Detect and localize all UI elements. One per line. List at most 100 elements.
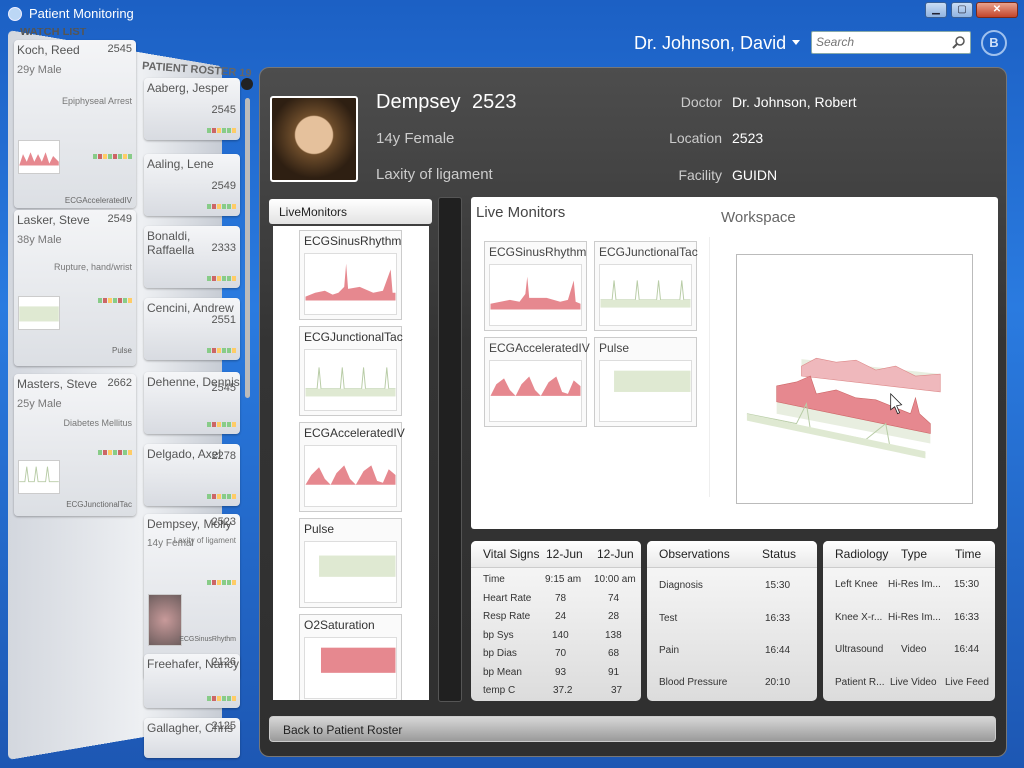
radiology-title: Radiology xyxy=(835,547,889,561)
maximize-button[interactable]: ▢ xyxy=(951,2,973,18)
monitor-label: Pulse xyxy=(304,522,335,536)
live-monitor-item[interactable]: ECGJunctionalTac xyxy=(299,326,403,416)
monitor-name: ECGJunctionalTac xyxy=(66,500,132,509)
doctor-value: Dr. Johnson, Robert xyxy=(732,94,857,110)
status-dots xyxy=(207,580,236,585)
ecg-plot xyxy=(304,253,397,315)
workspace-3d-canvas[interactable] xyxy=(736,254,973,504)
patient-id: 2523 xyxy=(472,91,517,113)
observation-name[interactable]: Diagnosis xyxy=(659,580,703,591)
ecg-plot xyxy=(304,445,397,507)
watch-card[interactable]: Masters, Steve 2662 25y Male Diabetes Me… xyxy=(14,374,136,516)
close-button[interactable]: ✕ xyxy=(976,2,1018,18)
live-monitor-item[interactable]: O2Saturation xyxy=(299,614,402,700)
vital-label: Time xyxy=(483,574,505,585)
roster-scrollbar[interactable] xyxy=(245,98,250,398)
radiology-time: 15:30 xyxy=(954,579,980,590)
tab-live-monitors[interactable]: LiveMonitors xyxy=(269,199,432,224)
workspace-monitor[interactable]: ECGJunctionalTac xyxy=(594,241,698,331)
radiology-name[interactable]: Ultrasound xyxy=(835,644,883,655)
radiology-panel: Radiology Type Time Left Knee Hi-Res Im.… xyxy=(823,541,995,701)
patient-id: 2551 xyxy=(211,314,236,326)
observation-time: 16:33 xyxy=(765,613,791,624)
live-monitor-item[interactable]: ECGSinusRhythm xyxy=(299,230,402,320)
live-monitor-item[interactable]: Pulse xyxy=(299,518,402,608)
chevron-down-icon[interactable] xyxy=(792,40,800,45)
patient-name: Masters, Steve xyxy=(17,377,98,391)
observation-name[interactable]: Blood Pressure xyxy=(659,677,727,688)
roster-patient-card[interactable]: Freehafer, Nancy 2126 xyxy=(144,654,240,708)
patient-id: 2549 xyxy=(107,213,132,225)
vital-signs-panel: Vital Signs 12-Jun 12-Jun Time 9:15 am 1… xyxy=(471,541,641,701)
patient-id: 2126 xyxy=(211,656,236,668)
back-to-roster-button[interactable]: Back to Patient Roster xyxy=(269,716,996,742)
vital-value: 37 xyxy=(611,685,623,696)
patient-id: 2125 xyxy=(211,720,236,732)
monitor-name: Pulse xyxy=(111,346,132,355)
vital-value: 140 xyxy=(552,630,569,641)
status-header: Status xyxy=(762,547,797,561)
status-dots xyxy=(207,204,236,209)
roster-patient-card[interactable]: Cencini, Andrew 2551 xyxy=(144,298,240,360)
ecg-plot xyxy=(599,264,692,326)
search-input[interactable] xyxy=(816,35,946,49)
patient-info: 38y Male xyxy=(17,234,62,246)
vital-label: bp Sys xyxy=(483,630,514,641)
watch-card[interactable]: Koch, Reed 2545 29y Male Epiphyseal Arre… xyxy=(14,40,136,208)
radiology-name[interactable]: Knee X-r... xyxy=(835,612,882,623)
observation-name[interactable]: Pain xyxy=(659,645,679,656)
monitor-label: Pulse xyxy=(599,341,630,355)
monitor-name: ECGAcceleratedIV xyxy=(64,196,132,205)
vital-value: 28 xyxy=(608,611,620,622)
workspace-monitor[interactable]: ECGSinusRhythm xyxy=(484,241,587,331)
watch-card[interactable]: Lasker, Steve 2549 38y Male Rupture, han… xyxy=(14,210,136,366)
patient-diagnosis: Rupture, hand/wrist xyxy=(53,262,132,272)
monitor-thumbnail xyxy=(18,460,60,494)
patient-name: Koch, Reed xyxy=(17,43,80,57)
radiology-type: Video xyxy=(901,644,927,655)
status-dots xyxy=(207,348,236,353)
patient-diagnosis: Diabetes Mellitus xyxy=(63,418,132,428)
patient-detail-panel: Dempsey 2523 14y Female Laxity of ligame… xyxy=(259,67,1007,757)
patient-id: 2545 xyxy=(211,104,236,116)
roster-patient-card[interactable]: Aaling, Lene 2549 xyxy=(144,154,240,216)
observations-panel: Observations Status Diagnosis 15:30 Test… xyxy=(647,541,817,701)
minimize-button[interactable]: ▁ xyxy=(925,2,947,18)
patient-id: 2523 xyxy=(211,516,236,528)
live-monitors-scrollbar[interactable] xyxy=(438,197,462,702)
patient-id: 2545 xyxy=(211,382,236,394)
roster-patient-card[interactable]: Delgado, Axel 2278 xyxy=(144,444,240,506)
workspace-panel: Live Monitors Workspace ECGSinusRhythm E… xyxy=(471,197,998,529)
roster-patient-card[interactable]: Dehenne, Dennis 2545 xyxy=(144,372,240,434)
pulse-plot xyxy=(599,360,692,422)
ecg-plot xyxy=(489,264,582,326)
roster-patient-card[interactable]: Aaberg, Jesper 2545 xyxy=(144,78,240,140)
search-icon[interactable] xyxy=(952,35,966,49)
status-dots xyxy=(207,128,236,133)
roster-patient-card[interactable]: Gallagher, Chris 2125 xyxy=(144,718,240,758)
observation-time: 15:30 xyxy=(765,580,791,591)
vital-value: 138 xyxy=(605,630,622,641)
observation-name[interactable]: Test xyxy=(659,613,677,624)
roster-collapse-button[interactable] xyxy=(241,78,253,90)
watch-list-title: WATCH LIST xyxy=(20,28,87,38)
workspace-title: Workspace xyxy=(721,209,796,226)
status-dots xyxy=(207,494,236,499)
status-dots xyxy=(207,422,236,427)
radiology-time: Live Feed xyxy=(945,677,989,688)
radiology-time: 16:44 xyxy=(954,644,980,655)
patient-diagnosis: Laxity of ligament xyxy=(173,536,236,545)
radiology-name[interactable]: Patient R... xyxy=(835,677,884,688)
ecg-plot xyxy=(489,360,582,422)
patient-info: 29y Male xyxy=(17,64,62,76)
user-menu[interactable]: Dr. Johnson, David xyxy=(634,33,786,54)
monitor-label: ECGJunctionalTac xyxy=(599,245,698,259)
roster-patient-card[interactable]: Bonaldi, Raffaella 2333 xyxy=(144,226,240,288)
radiology-name[interactable]: Left Knee xyxy=(835,579,878,590)
workspace-monitor[interactable]: ECGAcceleratedIV xyxy=(484,337,590,427)
vital-label: bp Mean xyxy=(483,667,522,678)
vital-label: Heart Rate xyxy=(483,593,532,604)
live-monitor-item[interactable]: ECGAcceleratedIV xyxy=(299,422,405,512)
workspace-monitor[interactable]: Pulse xyxy=(594,337,697,427)
vital-label: Resp Rate xyxy=(483,611,531,622)
